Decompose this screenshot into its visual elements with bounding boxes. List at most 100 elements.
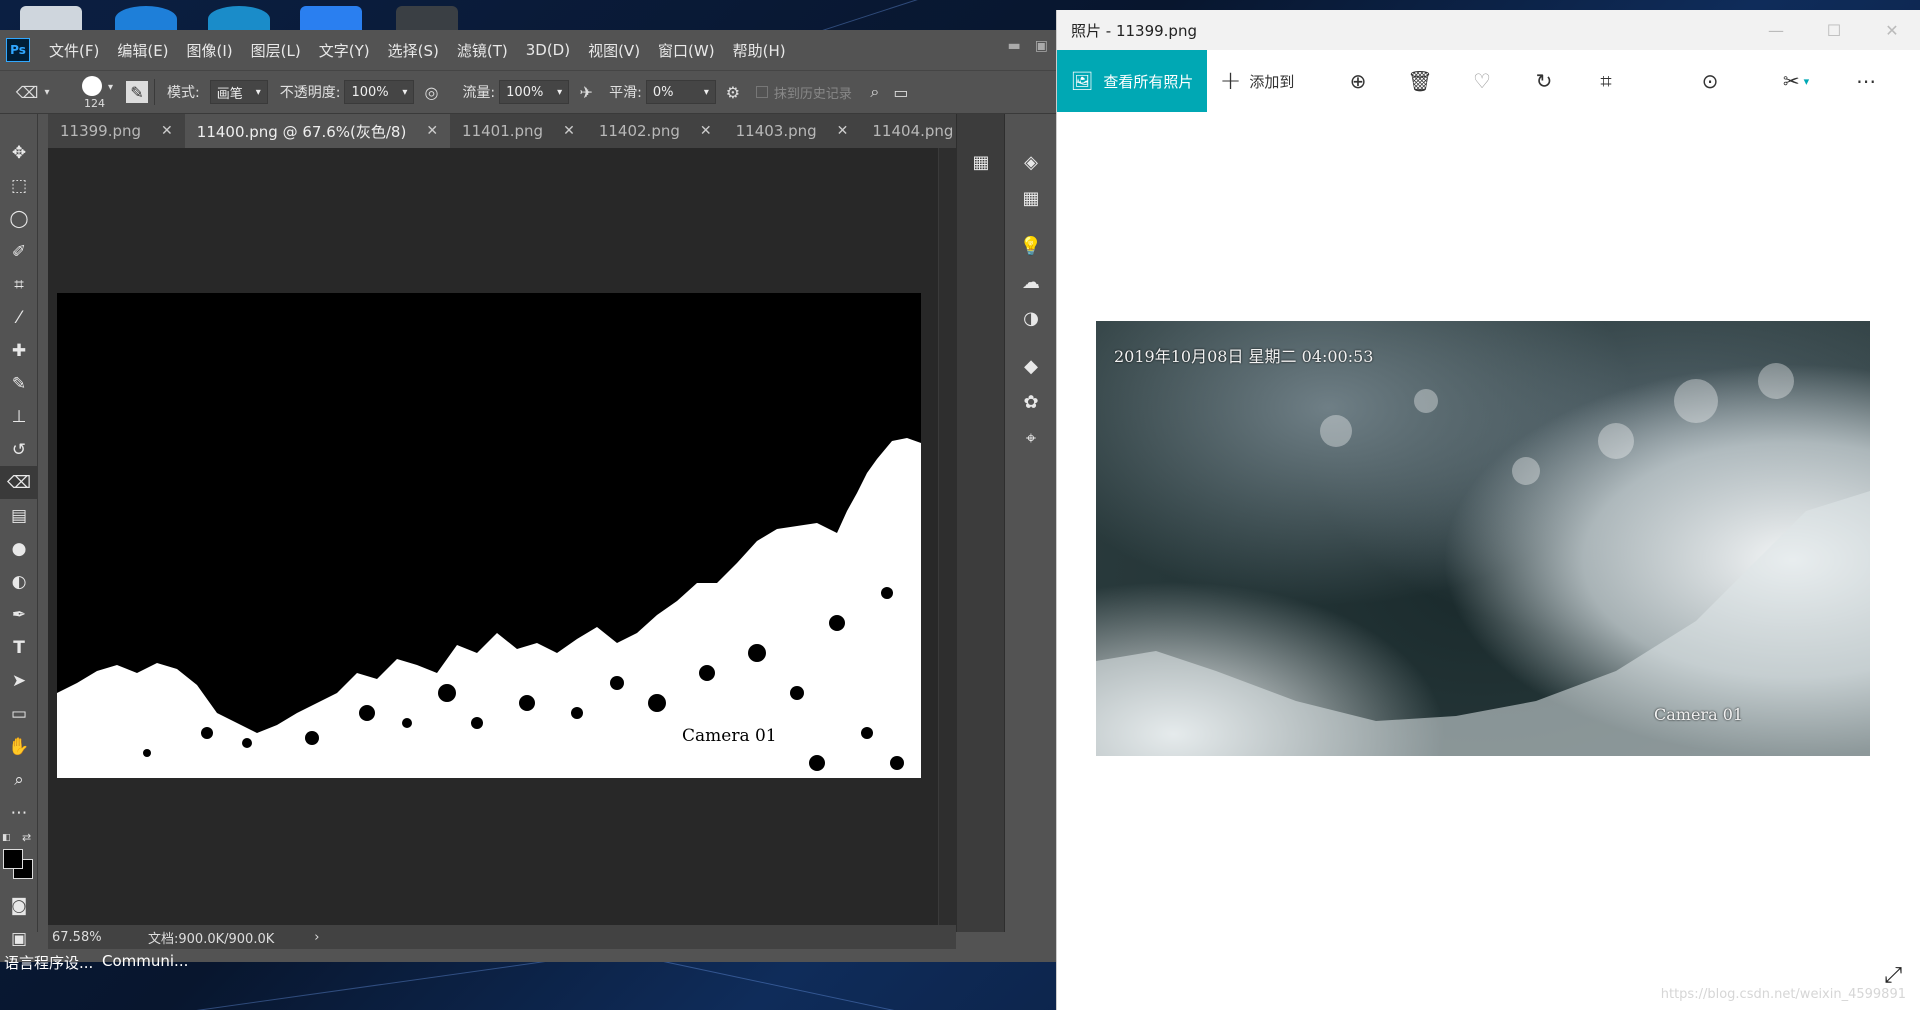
brush-preset-picker[interactable]: 124 ▾	[72, 72, 118, 112]
view-all-photos-button[interactable]: 🖼 查看所有照片	[1057, 50, 1207, 112]
doc-tab[interactable]: 11402.png ✕	[587, 114, 724, 148]
workspace-icon[interactable]: ▭	[888, 79, 914, 105]
desktop-icon[interactable]	[115, 6, 177, 32]
opacity-input[interactable]: 100% ▾	[344, 80, 415, 104]
minimize-icon[interactable]: —	[1747, 10, 1805, 50]
expand-icon[interactable]: ⤢	[1884, 963, 1902, 988]
close-icon[interactable]: ✕	[563, 123, 575, 139]
menu-view[interactable]: 视图(V)	[579, 40, 649, 61]
menu-help[interactable]: 帮助(H)	[724, 40, 795, 61]
quick-select-tool-icon[interactable]: ✐	[0, 235, 38, 268]
favorite-button[interactable]: ♡	[1451, 50, 1513, 112]
menu-filter[interactable]: 滤镜(T)	[448, 40, 517, 61]
document-canvas[interactable]: Camera 01	[57, 293, 921, 778]
mode-select[interactable]: 画笔 ▾	[209, 80, 268, 104]
pressure-opacity-icon[interactable]: ◎	[418, 79, 444, 105]
stamp-tool-icon[interactable]: ⊥	[0, 400, 38, 433]
close-icon[interactable]: ✕	[1863, 10, 1920, 50]
menu-type[interactable]: 文字(Y)	[310, 40, 379, 61]
rotate-button[interactable]: ↻	[1513, 50, 1575, 112]
default-colors-icon[interactable]: ◧	[2, 833, 11, 843]
zoom-in-button[interactable]: ⊕	[1327, 50, 1389, 112]
visual-search-button[interactable]: ⊙	[1679, 50, 1741, 112]
erase-history-checkbox[interactable]	[755, 86, 768, 98]
menu-window[interactable]: 窗口(W)	[649, 40, 724, 61]
color-panel-icon[interactable]: ◈	[1005, 144, 1057, 180]
menu-layer[interactable]: 图层(L)	[242, 40, 310, 61]
crop-tool-icon[interactable]: ⌗	[0, 268, 38, 301]
eraser-tool-icon[interactable]: ⌫	[14, 79, 40, 105]
healing-brush-tool-icon[interactable]: ✚	[0, 334, 38, 367]
gear-icon[interactable]: ⚙	[720, 79, 746, 105]
layers-panel-icon[interactable]: ◆	[1005, 348, 1057, 384]
color-swatches[interactable]: ◧ ⇄	[0, 829, 38, 889]
airbrush-icon[interactable]: ✈	[573, 79, 599, 105]
move-tool-icon[interactable]: ✥	[0, 136, 38, 169]
doc-tab-active[interactable]: 11400.png @ 67.6%(灰色/8) ✕	[184, 114, 451, 148]
taskbar-item[interactable]: Communi...	[102, 952, 188, 970]
smoothing-input[interactable]: 0% ▾	[645, 80, 716, 104]
ps-canvas-area[interactable]: Camera 01	[48, 148, 956, 925]
add-to-button[interactable]: + 添加到	[1207, 50, 1307, 112]
marquee-tool-icon[interactable]: ⬚	[0, 169, 38, 202]
menu-select[interactable]: 选择(S)	[379, 40, 448, 61]
desktop-icon[interactable]	[396, 6, 458, 32]
foreground-color[interactable]	[3, 849, 23, 869]
minimize-icon[interactable]: ▬	[1008, 38, 1021, 54]
pen-tool-icon[interactable]: ✒	[0, 598, 38, 631]
search-icon[interactable]: ⌕	[862, 79, 888, 105]
close-icon[interactable]: ✕	[161, 123, 173, 139]
blur-tool-icon[interactable]: ●	[0, 532, 38, 565]
restore-icon[interactable]: ▣	[1035, 38, 1048, 54]
photo-viewer-image[interactable]: 2019年10月08日 星期二 04:00:53 Camera 01	[1096, 321, 1870, 756]
swatches-panel-icon[interactable]: ▦	[1005, 180, 1057, 216]
maximize-icon[interactable]: ☐	[1805, 10, 1863, 50]
brush-tool-icon[interactable]: ✎	[0, 367, 38, 400]
taskbar-item[interactable]: 语言程序设...	[4, 952, 93, 973]
canvas-vertical-scrollbar[interactable]	[938, 148, 956, 925]
properties-icon[interactable]: ▦	[957, 144, 1005, 180]
zoom-tool-icon[interactable]: ⌕	[0, 763, 38, 796]
flow-input[interactable]: 100% ▾	[499, 80, 570, 104]
brush-settings-icon[interactable]: ✎	[126, 81, 148, 103]
rectangle-tool-icon[interactable]: ▭	[0, 697, 38, 730]
doc-tab[interactable]: 11399.png ✕	[48, 114, 185, 148]
path-select-tool-icon[interactable]: ➤	[0, 664, 38, 697]
libraries-panel-icon[interactable]: ☁	[1005, 264, 1057, 300]
desktop-icon[interactable]	[20, 6, 82, 32]
type-tool-icon[interactable]: T	[0, 631, 38, 664]
doc-tab[interactable]: 11401.png ✕	[450, 114, 587, 148]
desktop-icon[interactable]	[208, 6, 270, 32]
adjustments-panel-icon[interactable]: ◑	[1005, 300, 1057, 336]
lasso-tool-icon[interactable]: ◯	[0, 202, 38, 235]
menu-edit[interactable]: 编辑(E)	[108, 40, 177, 61]
paths-panel-icon[interactable]: ⌖	[1005, 420, 1057, 456]
eyedropper-tool-icon[interactable]: ⁄	[0, 301, 38, 334]
swap-colors-icon[interactable]: ⇄	[22, 831, 31, 844]
menu-image[interactable]: 图像(I)	[178, 40, 242, 61]
chevron-down-icon[interactable]: ▾	[40, 79, 54, 105]
ps-options-bar: ⌫ ▾ 124 ▾ ✎ 模式: 画笔 ▾ 不透明度: 100% ▾ ◎ 流量: …	[0, 70, 1056, 114]
learn-panel-icon[interactable]: 💡	[1005, 228, 1057, 264]
quick-mask-icon[interactable]: ◙	[0, 889, 38, 922]
zoom-level[interactable]: 67.58%	[52, 930, 132, 945]
crop-button[interactable]: ⌗	[1575, 50, 1637, 112]
close-icon[interactable]: ✕	[426, 123, 438, 139]
more-button[interactable]: ⋯	[1835, 50, 1897, 112]
close-icon[interactable]: ✕	[700, 123, 712, 139]
edit-create-button[interactable]: ✂ ▾	[1765, 50, 1827, 112]
history-brush-tool-icon[interactable]: ↺	[0, 433, 38, 466]
hand-tool-icon[interactable]: ✋	[0, 730, 38, 763]
menu-file[interactable]: 文件(F)	[40, 40, 108, 61]
delete-button[interactable]: 🗑	[1389, 50, 1451, 112]
close-icon[interactable]: ✕	[837, 123, 849, 139]
channels-panel-icon[interactable]: ✿	[1005, 384, 1057, 420]
doc-tab[interactable]: 11403.png ✕	[724, 114, 861, 148]
menu-3d[interactable]: 3D(D)	[517, 41, 579, 59]
dodge-tool-icon[interactable]: ◐	[0, 565, 38, 598]
eraser-tool-icon[interactable]: ⌫	[0, 466, 38, 499]
status-more-icon[interactable]: ›	[314, 930, 319, 945]
gradient-tool-icon[interactable]: ▤	[0, 499, 38, 532]
more-tools-icon[interactable]: ⋯	[0, 796, 38, 829]
desktop-icon[interactable]	[300, 6, 362, 32]
